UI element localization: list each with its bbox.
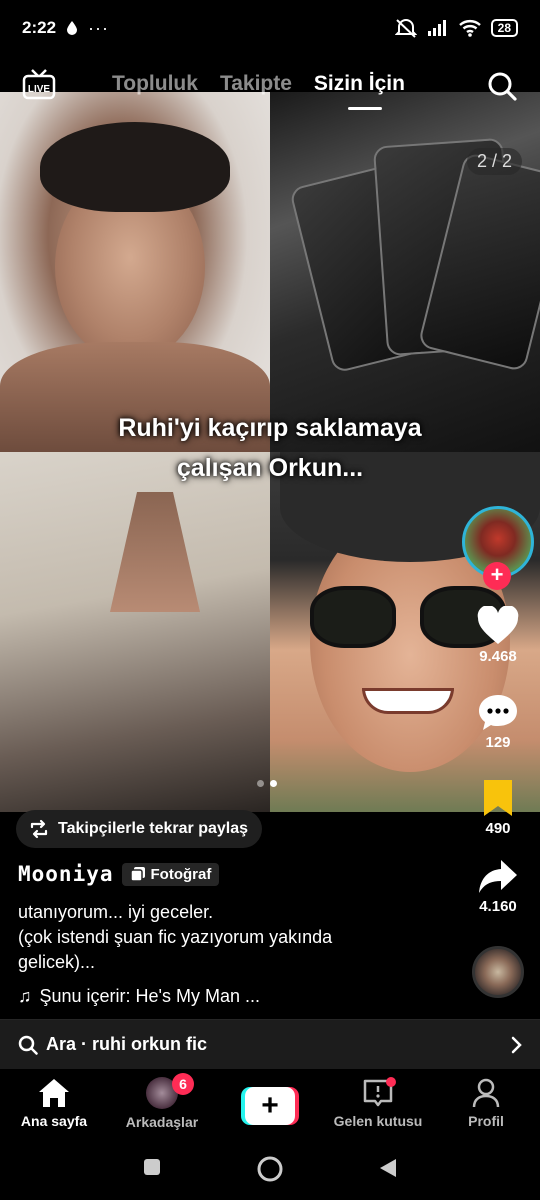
- slide-dot-2: [270, 780, 277, 787]
- caption-line-1: Ruhi'yi kaçırıp saklamaya: [118, 414, 422, 442]
- create-button[interactable]: +: [241, 1087, 299, 1125]
- bookmark-icon: [484, 780, 512, 816]
- signal-icon: [427, 20, 446, 36]
- system-nav-bar: [0, 1141, 540, 1200]
- author-row: Mooniya Fotoğraf: [18, 862, 220, 886]
- comment-count: 129: [485, 734, 511, 751]
- description-line-1: utanıyorum... iyi geceler.: [18, 902, 214, 922]
- nav-home-label: Ana sayfa: [20, 1113, 88, 1129]
- bottom-nav: Ana sayfa 6 Arkadaşlar + Gelen kutusu Pr…: [0, 1069, 540, 1141]
- share-arrow-icon: [479, 860, 517, 893]
- chevron-right-icon: [511, 1036, 522, 1053]
- description-line-2: (çok istendi şuan fic yazıyorum yakında: [18, 927, 333, 947]
- svg-text:LIVE: LIVE: [28, 84, 51, 95]
- caption-line-2: çalışan Orkun...: [176, 454, 364, 482]
- post-caption-overlay: Ruhi'yi kaçırıp saklamaya çalışan Orkun.…: [0, 408, 540, 488]
- image-counter: 2 / 2: [466, 148, 522, 175]
- follow-button[interactable]: +: [483, 562, 511, 590]
- related-search-bar[interactable]: Ara · ruhi orkun fic: [0, 1019, 540, 1069]
- comment-icon: [479, 695, 517, 730]
- music-row[interactable]: ♫ Şunu içerir: He's My Man ...: [18, 986, 260, 1007]
- slide-dot-1: [257, 780, 264, 787]
- photo-tile-2: [270, 92, 540, 452]
- description-line-3: gelicek)...: [18, 952, 96, 972]
- tab-topluluk[interactable]: Topluluk: [112, 72, 198, 96]
- plus-icon: +: [245, 1087, 295, 1125]
- heart-icon: [477, 606, 519, 644]
- save-count: 490: [485, 820, 511, 837]
- photo-tile-1: [0, 92, 270, 452]
- photo-tile-3: [0, 452, 270, 812]
- photo-icon: [129, 867, 145, 882]
- mute-icon: [394, 19, 417, 38]
- search-icon: [18, 1035, 38, 1055]
- related-search-label: Ara · ruhi orkun fic: [46, 1034, 208, 1054]
- inbox-unread-dot: [386, 1077, 396, 1087]
- repost-button[interactable]: Takipçilerle tekrar paylaş: [16, 810, 263, 848]
- like-count: 9.468: [479, 648, 517, 665]
- nav-home[interactable]: Ana sayfa: [0, 1069, 108, 1141]
- recent-apps-icon[interactable]: [142, 1157, 162, 1177]
- battery-indicator: 28: [490, 19, 518, 37]
- wifi-icon: [458, 20, 481, 37]
- friends-notification-badge: 6: [172, 1073, 194, 1095]
- post-description[interactable]: utanıyorum... iyi geceler. (çok istendi …: [18, 900, 438, 975]
- photo-type-label: Fotoğraf: [150, 865, 212, 883]
- search-icon[interactable]: [486, 70, 518, 102]
- nav-profile-label: Profil: [468, 1113, 504, 1129]
- tab-takipte[interactable]: Takipte: [220, 72, 292, 96]
- save-button[interactable]: 490: [460, 778, 536, 837]
- droplet-icon: [67, 21, 78, 35]
- music-disc[interactable]: [472, 946, 524, 998]
- music-label: Şunu içerir: He's My Man ...: [39, 986, 261, 1006]
- status-bar: 2:22 ··· 28: [0, 0, 540, 56]
- nav-friends[interactable]: 6 Arkadaşlar: [108, 1069, 216, 1141]
- nav-create[interactable]: +: [216, 1069, 324, 1141]
- repost-icon: [30, 819, 48, 839]
- more-notifications-icon: ···: [88, 17, 110, 38]
- profile-icon: [472, 1078, 500, 1108]
- share-button[interactable]: 4.160: [460, 858, 536, 915]
- status-time: 2:22: [22, 18, 57, 37]
- back-icon[interactable]: [378, 1157, 398, 1179]
- author-name[interactable]: Mooniya: [18, 862, 114, 886]
- home-icon: [39, 1079, 69, 1107]
- live-icon[interactable]: LIVE: [22, 68, 56, 102]
- nav-inbox[interactable]: Gelen kutusu: [324, 1069, 432, 1141]
- nav-inbox-label: Gelen kutusu: [333, 1113, 423, 1129]
- music-note-icon: ♫: [18, 986, 32, 1006]
- post-image[interactable]: 2 / 2 Ruhi'yi kaçırıp saklamaya çalışan …: [0, 92, 540, 812]
- repost-label: Takipçilerle tekrar paylaş: [58, 820, 249, 837]
- slide-indicator: [257, 780, 277, 787]
- photo-type-badge: Fotoğraf: [121, 862, 220, 886]
- comment-button[interactable]: 129: [460, 692, 536, 751]
- nav-friends-label: Arkadaşlar: [125, 1114, 199, 1130]
- top-nav: LIVE Topluluk Takipte Sizin İçin: [0, 64, 540, 114]
- like-button[interactable]: 9.468: [460, 606, 536, 665]
- home-circle-icon[interactable]: [256, 1155, 284, 1183]
- nav-profile[interactable]: Profil: [432, 1069, 540, 1141]
- tab-sizin-icin[interactable]: Sizin İçin: [314, 72, 405, 110]
- share-count: 4.160: [479, 898, 517, 915]
